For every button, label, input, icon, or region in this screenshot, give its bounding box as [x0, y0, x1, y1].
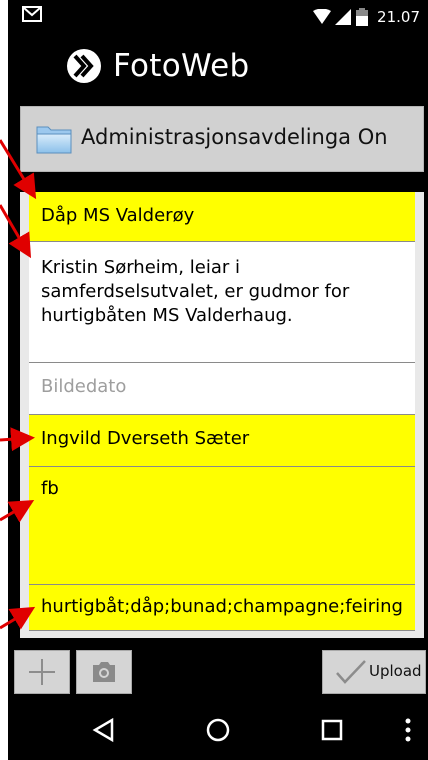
home-icon[interactable] — [204, 716, 232, 744]
bottom-toolbar: Upload — [8, 638, 428, 700]
system-nav-bar — [8, 700, 428, 760]
checkmark-icon — [336, 660, 366, 684]
gmail-icon — [22, 6, 42, 22]
upload-button[interactable]: Upload — [322, 650, 426, 694]
add-button[interactable] — [14, 650, 70, 694]
app-header: FotoWeb — [8, 34, 428, 100]
upload-label: Upload — [369, 662, 422, 680]
wifi-icon — [313, 9, 332, 24]
overflow-menu-icon[interactable] — [400, 716, 416, 744]
title-field[interactable]: Dåp MS Valderøy — [29, 192, 415, 242]
folder-label: Administrasjonsavdelinga On — [81, 125, 388, 149]
app-title: FotoWeb — [113, 48, 250, 84]
folder-icon — [36, 126, 72, 154]
signal-icon — [335, 9, 352, 25]
photographer-field[interactable]: Ingvild Dverseth Sæter — [29, 415, 415, 467]
status-bar: 21.07 — [8, 0, 428, 34]
keywords-field[interactable]: hurtigbåt;dåp;bunad;champagne;feiring — [29, 585, 415, 631]
description-field[interactable]: Kristin Sørheim, leiar i samferdselsutva… — [29, 242, 415, 363]
camera-button[interactable] — [76, 650, 132, 694]
plus-icon — [29, 659, 55, 685]
phone-screen: 21.07 FotoWeb Administrasjonsavdelinga O… — [8, 0, 428, 760]
metadata-form: Dåp MS Valderøy Kristin Sørheim, leiar i… — [20, 192, 424, 638]
camera-icon — [93, 662, 115, 682]
credit-field[interactable]: fb — [29, 467, 415, 585]
back-icon[interactable] — [90, 716, 118, 744]
status-icons: 21.07 — [313, 8, 420, 26]
folder-selector[interactable]: Administrasjonsavdelinga On — [20, 106, 424, 172]
battery-icon — [356, 8, 369, 26]
recents-icon[interactable] — [318, 716, 346, 744]
status-time: 21.07 — [377, 8, 420, 26]
fotoweb-logo-icon — [67, 49, 101, 83]
date-field[interactable]: Bildedato — [29, 363, 415, 415]
